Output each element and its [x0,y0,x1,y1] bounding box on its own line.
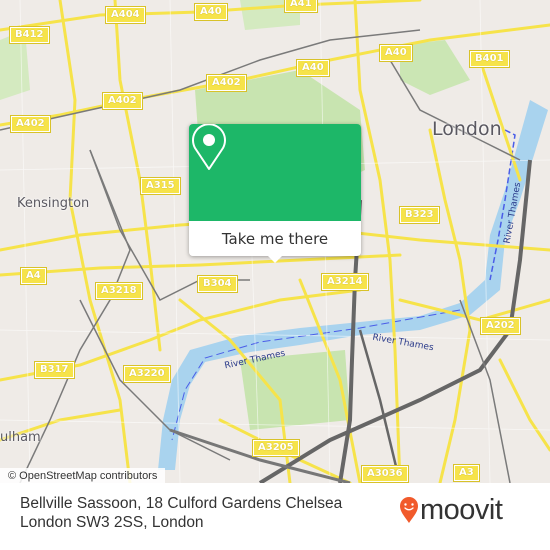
popup-header [189,124,361,221]
footer: Bellville Sassoon, 18 Culford Gardens Ch… [0,484,550,550]
road-shield: B412 [9,26,50,44]
road-shield: A202 [480,317,521,335]
road-shield: A40 [296,59,330,77]
road-shield: A315 [140,177,181,195]
road-shield: A3214 [321,273,369,291]
moovit-logo[interactable]: moovit [399,494,503,526]
road-shield: A404 [105,6,146,24]
moovit-pin-icon [400,497,418,523]
road-shield: A40 [379,44,413,62]
road-shield: A3036 [361,465,409,483]
moovit-wordmark: moovit [420,494,503,526]
road-shield: A402 [10,115,51,133]
road-shield: B304 [197,275,238,293]
road-shield: A3 [453,464,480,482]
popup-pointer [268,256,282,263]
road-shield: A402 [102,92,143,110]
place-label-fulham: ulham [0,430,41,445]
map-view[interactable]: London Kensington ulham River Thames Riv… [0,0,550,483]
road-shield: A40 [194,3,228,21]
map-attribution[interactable]: © OpenStreetMap contributors [0,468,166,483]
take-me-there-button[interactable]: Take me there [189,221,361,256]
road-shield: B317 [34,361,75,379]
address-line-2: London SW3 2SS, London [20,514,204,531]
road-shield: A402 [206,74,247,92]
road-shield: B401 [469,50,510,68]
place-label-kensington: Kensington [17,196,90,211]
road-shield: A41 [284,0,318,13]
road-shield: A3218 [95,282,143,300]
location-pin-icon [192,124,226,170]
road-shield: A3220 [123,365,171,383]
destination-popup: Take me there [189,124,361,263]
address-line-1: Bellville Sassoon, 18 Culford Gardens Ch… [20,495,343,512]
address: Bellville Sassoon, 18 Culford Gardens Ch… [20,494,380,532]
road-shield: B323 [399,206,440,224]
road-shield: A3205 [252,439,300,457]
road-shield: A4 [20,267,47,285]
place-label-london: London [432,118,502,140]
